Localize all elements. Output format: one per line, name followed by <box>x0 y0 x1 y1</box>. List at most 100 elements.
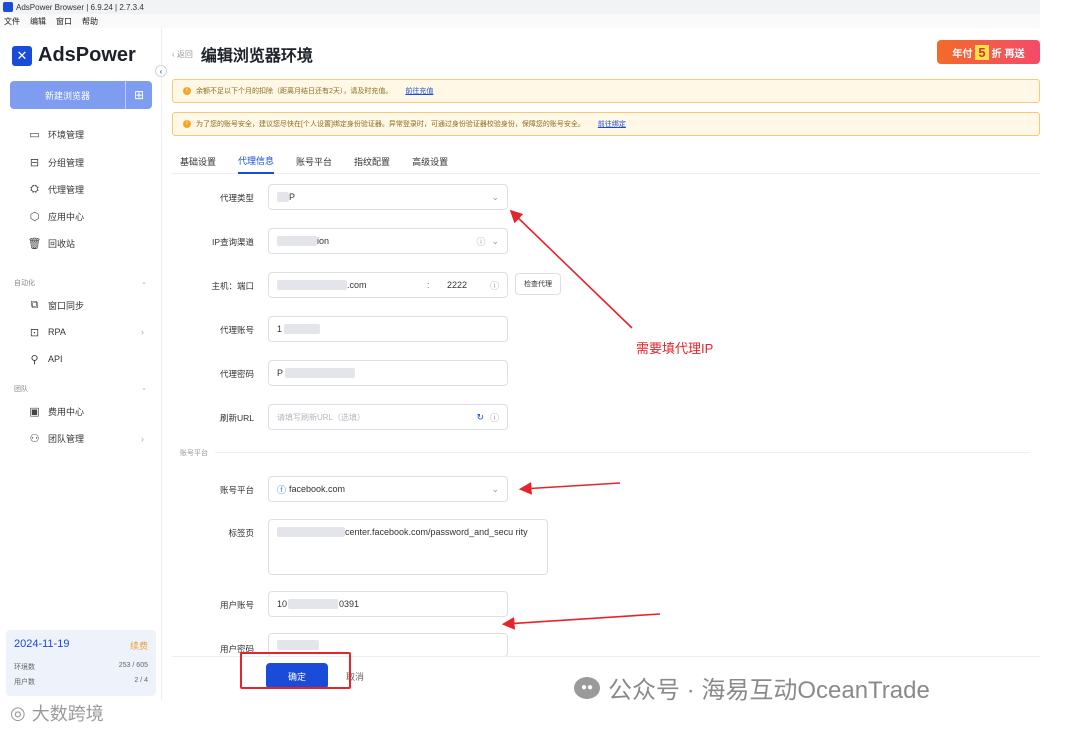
wechat-icon: ●● <box>574 676 600 699</box>
sidebar-item-team[interactable]: ⚇ 团队管理 › <box>28 432 152 445</box>
annotation-arrows <box>501 209 661 630</box>
sidebar-item-apps[interactable]: ⬡ 应用中心 <box>28 210 152 223</box>
tab-page-textarea[interactable]: center.facebook.com/password_and_secu ri… <box>268 519 548 575</box>
billing-icon: ▣ <box>29 406 40 418</box>
sidebar-item-label: 窗口同步 <box>48 301 85 311</box>
menu-help[interactable]: 帮助 <box>82 16 98 27</box>
corner-watermark-text: 大数跨境 <box>31 704 104 724</box>
env-count-row: 环境数 253 / 605 <box>14 662 148 672</box>
new-browser-button[interactable]: 新建浏览器 ⊞ <box>10 81 152 109</box>
sidebar-item-api[interactable]: ⚲ API <box>28 353 152 366</box>
tab-basic[interactable]: 基础设置 <box>180 148 216 174</box>
user-account-value: 10 <box>277 599 288 609</box>
tab-advanced[interactable]: 高级设置 <box>412 148 448 174</box>
sync-icon: ⧉ <box>30 299 39 311</box>
menu-window[interactable]: 窗口 <box>56 16 72 27</box>
new-browser-label[interactable]: 新建浏览器 <box>10 81 126 109</box>
warning-icon: ! <box>183 87 191 95</box>
chevron-right-icon: › <box>141 327 144 337</box>
proxy-account-value: 1 <box>277 324 283 334</box>
user-count-label: 用户数 <box>14 679 35 686</box>
tab-page-label: 标签页 <box>228 528 254 538</box>
promo-suffix: 折 <box>991 48 1002 60</box>
chevron-down-icon: ⌄ <box>491 191 499 202</box>
expiry-date: 2024-11-19 <box>14 638 70 650</box>
menu-bar: 文件 编辑 窗口 帮助 <box>0 14 1040 28</box>
weibo-icon: ◎ <box>10 702 26 723</box>
page-header: ‹ 返回 编辑浏览器环境 <box>172 42 313 66</box>
tab-fingerprint[interactable]: 指纹配置 <box>354 148 390 174</box>
proxy-account-input[interactable]: 1 <box>268 316 508 342</box>
sidebar-item-label: 应用中心 <box>48 212 85 222</box>
host-input[interactable]: .com : 2222 ⓘ <box>268 272 508 298</box>
platform-select[interactable]: ⓕ facebook.com ⌄ <box>268 476 508 502</box>
user-account-input[interactable]: 10 0391 <box>268 591 508 617</box>
host-port-label: 主机：端口 <box>211 281 254 291</box>
balance-notice: ! 余额不足以下个月的扣除（距离月结日还有2天），请及时充值。 前往充值 <box>172 79 1040 103</box>
sidebar-item-groups[interactable]: ⊟ 分组管理 <box>28 156 152 169</box>
ip-query-select[interactable]: ion ⓘ ⌄ <box>268 228 508 254</box>
section-divider <box>215 452 1030 453</box>
sidebar-item-label: 回收站 <box>48 239 76 249</box>
sidebar-item-billing[interactable]: ▣ 费用中心 <box>28 405 152 418</box>
user-account-tail: 0391 <box>339 599 360 609</box>
back-button[interactable]: ‹ 返回 <box>172 49 193 60</box>
sidebar-item-label: 代理管理 <box>48 185 85 195</box>
menu-file[interactable]: 文件 <box>4 16 20 27</box>
info-icon[interactable]: ⓘ <box>490 279 499 292</box>
warning-icon: ! <box>183 120 191 128</box>
back-label: 返回 <box>176 49 193 59</box>
section-team[interactable]: 团队 ⌄ <box>14 384 149 394</box>
bind-link[interactable]: 前往绑定 <box>598 119 626 129</box>
sidebar: ✕ AdsPower 新建浏览器 ⊞ ▭ 环境管理 ⊟ 分组管理 ⛭ 代理管理 … <box>0 28 162 700</box>
plus-icon[interactable]: ⊞ <box>126 81 152 109</box>
chevron-down-icon: ⌄ <box>491 483 499 494</box>
tab-platform[interactable]: 账号平台 <box>296 148 332 174</box>
apps-icon: ⬡ <box>29 211 40 223</box>
renew-link[interactable]: 续费 <box>130 639 148 652</box>
sidebar-item-sync[interactable]: ⧉ 窗口同步 <box>28 299 152 312</box>
folder-icon: ▭ <box>29 129 40 141</box>
info-icon[interactable]: ⓘ <box>490 411 499 424</box>
adspower-logo-icon: ✕ <box>12 45 32 66</box>
menu-edit[interactable]: 编辑 <box>30 16 46 27</box>
proxy-type-select[interactable]: P ⌄ <box>268 184 508 210</box>
sidebar-item-proxy[interactable]: ⛭ 代理管理 <box>28 183 152 196</box>
window-title: AdsPower Browser | 6.9.24 | 2.7.3.4 <box>16 2 144 12</box>
sidebar-item-label: 费用中心 <box>48 407 85 417</box>
brand-logo: ✕ AdsPower <box>12 44 136 67</box>
annotation-highlight-box <box>240 652 351 689</box>
refresh-icon[interactable]: ↻ <box>476 412 484 423</box>
proxy-type-value: P <box>289 192 296 202</box>
check-proxy-button[interactable]: 检查代理 <box>515 273 561 295</box>
env-count-label: 环境数 <box>14 664 35 671</box>
sidebar-item-label: 分组管理 <box>48 158 85 168</box>
tab-proxy[interactable]: 代理信息 <box>238 148 275 174</box>
chevron-right-icon: › <box>141 433 144 444</box>
refresh-url-input[interactable]: 请填写刷新URL（选填） ↻ ⓘ <box>268 404 508 430</box>
info-icon[interactable]: ⓘ <box>476 235 485 248</box>
notice-text: 为了您的账号安全，建议您尽快在[个人设置]绑定身份验证器。异常登录时，可通过身份… <box>196 121 585 128</box>
arrow-to-platform <box>518 482 621 495</box>
proxy-type-label: 代理类型 <box>219 193 254 203</box>
port-separator: : <box>427 280 430 290</box>
promo-banner[interactable]: 年付 5 折 再送 <box>937 40 1040 64</box>
collapse-sidebar-icon[interactable]: ‹ <box>155 65 167 77</box>
settings-tabs: 基础设置 代理信息 账号平台 指纹配置 高级设置 <box>172 148 1040 174</box>
port-value[interactable]: 2222 <box>447 280 467 290</box>
proxy-password-input[interactable]: P <box>268 360 508 386</box>
chevron-down-icon: ⌄ <box>141 279 147 286</box>
api-icon: ⚲ <box>30 353 39 366</box>
sidebar-item-env[interactable]: ▭ 环境管理 <box>28 128 152 141</box>
wechat-watermark-text: 公众号 · 海易互动OceanTrade <box>608 677 930 704</box>
ip-query-value: ion <box>317 236 330 246</box>
brand-name: AdsPower <box>38 44 136 66</box>
recharge-link[interactable]: 前往充值 <box>405 86 433 96</box>
sidebar-item-rpa[interactable]: ⊡ RPA › <box>28 326 152 339</box>
sidebar-item-label: RPA <box>48 327 66 337</box>
redacted-text <box>277 527 345 537</box>
sidebar-item-label: API <box>48 354 63 364</box>
sidebar-item-trash[interactable]: 🗑 回收站 <box>28 237 152 250</box>
robot-icon: ⊡ <box>29 326 40 339</box>
section-automation[interactable]: 自动化 ⌄ <box>14 278 149 288</box>
